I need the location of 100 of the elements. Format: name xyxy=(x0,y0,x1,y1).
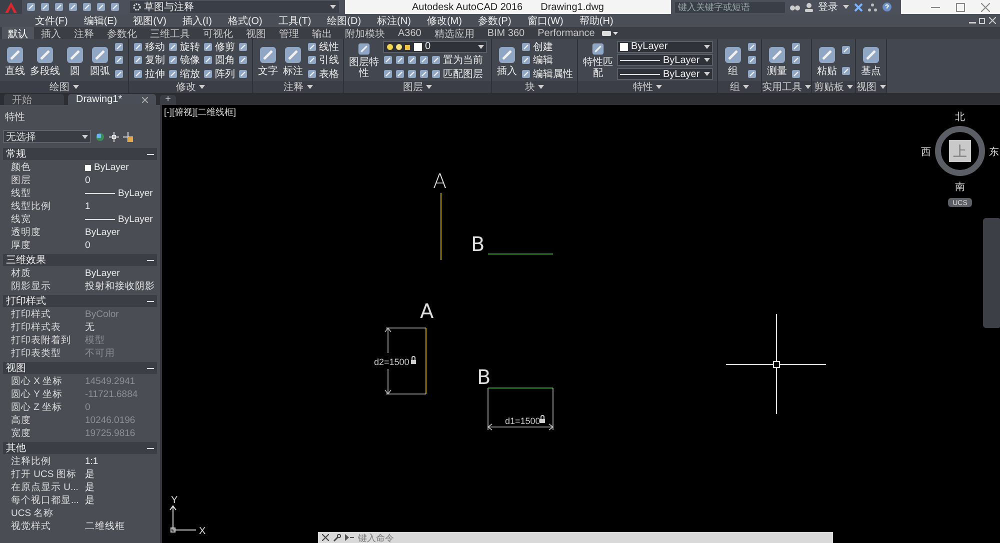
ribbon-tool-button[interactable]: 粘贴 xyxy=(816,44,838,76)
section-header[interactable]: 视图 xyxy=(3,362,157,374)
ribbon-tab[interactable]: 默认 xyxy=(2,27,34,39)
ribbon-icon-button[interactable] xyxy=(419,68,429,81)
ribbon-tool-button[interactable]: 编辑属性 xyxy=(521,68,573,81)
ribbon-tab[interactable]: 附加模块 xyxy=(339,27,391,39)
quick-access-button[interactable] xyxy=(40,1,50,13)
ribbon-tool-button[interactable]: 多段线 xyxy=(29,44,61,76)
dropdown-field[interactable]: ByLayer xyxy=(617,68,713,80)
panel-label-bar[interactable]: 绘图 xyxy=(0,81,128,93)
ribbon-icon-button[interactable] xyxy=(407,54,417,67)
menu-item[interactable]: 文件(F) xyxy=(28,14,75,28)
viewport-label[interactable]: [-][俯视][二维线框] xyxy=(164,106,236,119)
panel-label-bar[interactable]: 图层 xyxy=(344,81,491,93)
ribbon-icon-button[interactable] xyxy=(747,40,757,54)
document-tab[interactable]: 开始 xyxy=(4,94,64,105)
wrench-icon[interactable] xyxy=(333,534,341,542)
ribbon-tool-button[interactable]: 表格 xyxy=(307,68,339,81)
ribbon-icon-button[interactable] xyxy=(383,54,393,67)
dimension-text[interactable]: d2=1500 xyxy=(374,357,410,367)
quick-access-button[interactable] xyxy=(96,1,106,13)
menu-item[interactable]: 帮助(H) xyxy=(572,14,620,28)
ribbon-tool-button[interactable]: 置为当前 xyxy=(431,54,483,67)
ribbon-tab[interactable]: A360 xyxy=(392,27,428,39)
ribbon-tool-button[interactable]: 旋转 xyxy=(168,40,200,54)
ribbon-tool-button[interactable]: 复制 xyxy=(133,54,165,67)
crosshair-icon[interactable] xyxy=(109,132,119,142)
ribbon-tool-button[interactable]: 标注 xyxy=(282,44,304,76)
close-icon[interactable] xyxy=(142,96,148,102)
ribbon-tab[interactable]: Performance xyxy=(532,27,601,39)
ribbon-tool-button[interactable]: 创建 xyxy=(521,40,553,54)
sign-in-link[interactable]: 登录 xyxy=(818,0,838,14)
ribbon-icon-button[interactable] xyxy=(407,68,417,81)
view-cube-ring[interactable] xyxy=(935,126,985,176)
ribbon-icon-button[interactable] xyxy=(395,68,405,81)
ribbon-icon-button[interactable] xyxy=(419,54,429,67)
command-field[interactable]: 键入命令 xyxy=(358,532,829,542)
property-value[interactable]: 1:1 xyxy=(85,456,98,467)
section-header[interactable]: 其他 xyxy=(3,442,157,454)
dimension-line[interactable] xyxy=(487,388,554,430)
ribbon-tool-button[interactable]: 特性匹配 xyxy=(582,42,614,79)
property-value[interactable]: ByLayer xyxy=(85,268,120,279)
ribbon-tool-button[interactable]: 移动 xyxy=(133,40,165,54)
ribbon-tab[interactable]: 输出 xyxy=(306,27,338,39)
ribbon-tab[interactable]: 参数化 xyxy=(101,27,143,39)
ribbon-icon-button[interactable] xyxy=(791,54,801,67)
menu-item[interactable]: 绘图(D) xyxy=(320,14,368,28)
property-value[interactable]: 1 xyxy=(85,201,90,212)
menu-item[interactable]: 视图(V) xyxy=(126,14,174,28)
ribbon-tool-button[interactable]: 组 xyxy=(722,44,744,76)
panel-label-bar[interactable]: 视图 xyxy=(856,81,886,93)
workspace-dropdown[interactable]: 草图与注释 xyxy=(130,1,339,13)
menu-item[interactable]: 修改(M) xyxy=(420,14,469,28)
ribbon-tool-button[interactable]: 文字 xyxy=(257,44,279,76)
ribbon-icon-button[interactable] xyxy=(747,68,757,81)
ribbon-icon-button[interactable] xyxy=(841,64,851,78)
ucs-badge[interactable] xyxy=(948,198,972,207)
ribbon-tool-button[interactable]: 测量 xyxy=(766,44,788,76)
ribbon-icon-button[interactable] xyxy=(395,54,405,67)
ribbon-icon-button[interactable] xyxy=(238,54,248,67)
ribbon-icon-button[interactable] xyxy=(238,40,248,54)
panel-label-bar[interactable]: 剪贴板 xyxy=(812,81,855,93)
menu-item[interactable]: 格式(O) xyxy=(220,14,270,28)
ribbon-tool-button[interactable]: 插入 xyxy=(496,44,518,76)
property-value[interactable]: 0 xyxy=(85,240,90,251)
ribbon-icon-button[interactable] xyxy=(747,54,757,67)
section-header[interactable]: 三维效果 xyxy=(3,254,157,266)
menu-item[interactable]: 工具(T) xyxy=(271,14,318,28)
ribbon-tool-button[interactable]: 线性 xyxy=(307,40,339,54)
quick-access-button[interactable] xyxy=(68,1,78,13)
panel-label-bar[interactable]: 特性 xyxy=(578,81,717,93)
ribbon-icon-button[interactable] xyxy=(841,44,851,57)
close-icon[interactable] xyxy=(322,534,329,541)
ribbon-tool-button[interactable]: 编辑 xyxy=(521,54,553,67)
ribbon-icon-button[interactable] xyxy=(791,68,801,81)
quick-access-button[interactable] xyxy=(110,1,120,13)
menu-item[interactable]: 编辑(E) xyxy=(76,14,124,28)
ribbon-tool-button[interactable]: 圆弧 xyxy=(89,44,111,76)
dropdown-field[interactable]: 0 xyxy=(383,40,487,53)
menu-item[interactable]: 插入(I) xyxy=(175,14,219,28)
ribbon-icon-button[interactable] xyxy=(114,68,124,81)
ribbon-tool-button[interactable]: 引线 xyxy=(307,54,339,67)
panel-label-bar[interactable]: 实用工具 xyxy=(762,81,811,93)
new-tab-button[interactable]: + xyxy=(160,95,176,105)
ribbon-icon-button[interactable] xyxy=(114,54,124,67)
maximize-icon[interactable] xyxy=(956,2,965,12)
ribbon-tool-button[interactable]: 拉伸 xyxy=(133,68,165,81)
menu-item[interactable]: 参数(P) xyxy=(470,14,518,28)
dropdown-field[interactable]: ByLayer xyxy=(617,54,713,66)
select-objects-icon[interactable] xyxy=(95,132,105,142)
ribbon-tab[interactable]: BIM 360 xyxy=(481,27,531,39)
menu-item[interactable]: 标注(N) xyxy=(370,14,418,28)
search-field[interactable]: 键入关键字或短语 xyxy=(675,2,785,12)
dimension-text[interactable]: d1=1500 xyxy=(505,416,540,426)
property-value[interactable]: ByLayer xyxy=(94,162,129,173)
ribbon-tool-button[interactable]: 修剪 xyxy=(203,40,235,54)
ribbon-tab[interactable]: 视图 xyxy=(240,27,272,39)
close-icon[interactable] xyxy=(981,2,990,12)
ribbon-tool-button[interactable]: 镜像 xyxy=(168,54,200,67)
ribbon-tab[interactable]: 精选应用 xyxy=(428,27,480,39)
